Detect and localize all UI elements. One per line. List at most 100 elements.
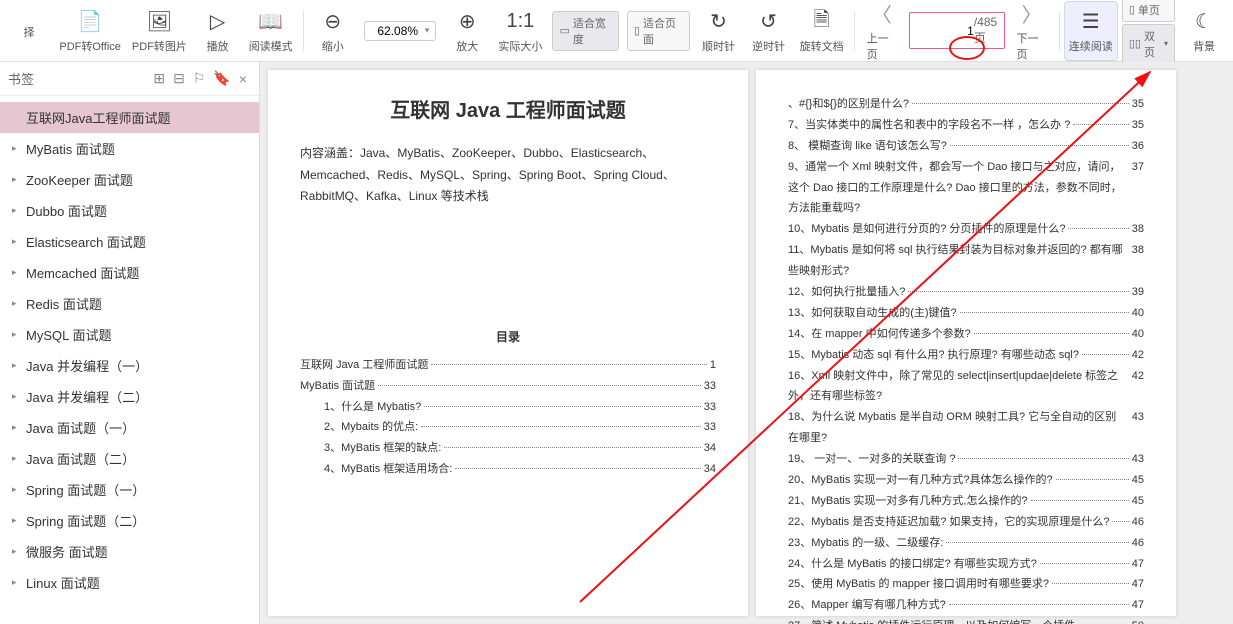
toc-entry[interactable]: 、#{}和${}的区别是什么?35 bbox=[788, 94, 1144, 115]
toc-entry[interactable]: 11、Mybatis 是如何将 sql 执行结果封装为目标对象并返回的? 都有哪… bbox=[788, 240, 1144, 282]
fit-page-button[interactable]: ▯ 适合页面 bbox=[627, 11, 690, 51]
rotate-ccw-button[interactable]: ↺ 逆时针 bbox=[744, 1, 794, 61]
toc-entry[interactable]: 26、Mapper 编写有哪几种方式?47 bbox=[788, 595, 1144, 616]
expand-triangle-icon[interactable]: ▸ bbox=[12, 205, 22, 216]
toc-page: 43 bbox=[1132, 407, 1144, 449]
pdf-office-icon: 📄 bbox=[78, 8, 103, 36]
rotate-doc-icon: 🗎 bbox=[814, 8, 830, 36]
bookmark-item[interactable]: ▸MySQL 面试题 bbox=[0, 319, 259, 350]
select-button[interactable]: 择 bbox=[4, 1, 54, 61]
page-input[interactable] bbox=[914, 24, 974, 38]
zoom-out-button[interactable]: ⊖ 缩小 bbox=[308, 1, 358, 61]
bookmark-item[interactable]: ▸Spring 面试题（二） bbox=[0, 505, 259, 536]
pdf-to-office-button[interactable]: 📄 PDF转Office bbox=[54, 1, 126, 61]
toc-entry[interactable]: 14、在 mapper 中如何传递多个参数?40 bbox=[788, 324, 1144, 345]
expand-triangle-icon[interactable]: ▸ bbox=[12, 577, 22, 588]
toc-entry[interactable]: 7、当实体类中的属性名和表中的字段名不一样 ，怎么办 ?35 bbox=[788, 115, 1144, 136]
toc-entry[interactable]: 20、MyBatis 实现一对一有几种方式?具体怎么操作的?45 bbox=[788, 470, 1144, 491]
toc-entry[interactable]: 互联网 Java 工程师面试题1 bbox=[300, 355, 716, 376]
bookmark-item[interactable]: ▸Elasticsearch 面试题 bbox=[0, 226, 259, 257]
background-button[interactable]: ☾ 背景 bbox=[1179, 1, 1229, 61]
expand-triangle-icon[interactable]: ▸ bbox=[12, 360, 22, 371]
chevron-down-icon[interactable]: ▾ bbox=[425, 25, 430, 36]
toc-page: 33 bbox=[704, 417, 716, 438]
page-input-box[interactable]: /485页 bbox=[909, 12, 1005, 49]
toc-entry[interactable]: 24、什么是 MyBatis 的接口绑定? 有哪些实现方式?47 bbox=[788, 554, 1144, 575]
expand-triangle-icon[interactable]: ▸ bbox=[12, 298, 22, 309]
bookmark-item[interactable]: ▸Java 并发编程（一） bbox=[0, 350, 259, 381]
toc-entry[interactable]: 8、 模糊查询 like 语句该怎么写?36 bbox=[788, 136, 1144, 157]
bookmark-item[interactable]: ▸Memcached 面试题 bbox=[0, 257, 259, 288]
add-bookmark-icon[interactable]: ⚐ bbox=[193, 70, 206, 87]
single-page-button[interactable]: ▯ 单页 bbox=[1122, 0, 1175, 22]
expand-triangle-icon[interactable]: ▸ bbox=[12, 174, 22, 185]
fit-width-button[interactable]: ▭ 适合宽度 bbox=[552, 11, 619, 51]
expand-triangle-icon[interactable]: ▸ bbox=[12, 546, 22, 557]
bookmark-item[interactable]: ▸ZooKeeper 面试题 bbox=[0, 164, 259, 195]
bookmark-icon[interactable]: 🔖 bbox=[213, 70, 230, 87]
rotate-doc-button[interactable]: 🗎 旋转文档 bbox=[794, 1, 850, 61]
zoom-input[interactable] bbox=[371, 24, 425, 38]
close-icon[interactable]: × bbox=[239, 71, 247, 87]
expand-triangle-icon[interactable]: ▸ bbox=[12, 422, 22, 433]
bookmark-item[interactable]: 互联网Java工程师面试题 bbox=[0, 102, 259, 133]
expand-triangle-icon[interactable]: ▸ bbox=[12, 515, 22, 526]
toc-entry[interactable]: 27、简述 Mybatis 的插件运行原理，以及如何编写一个插件。50 bbox=[788, 616, 1144, 624]
expand-triangle-icon[interactable]: ▸ bbox=[12, 143, 22, 154]
expand-triangle-icon[interactable]: ▸ bbox=[12, 391, 22, 402]
toc-text: 16、Xml 映射文件中，除了常见的 select|insert|updae|d… bbox=[788, 366, 1126, 408]
continuous-read-button[interactable]: ☰ 连续阅读 bbox=[1064, 1, 1118, 61]
toc-page: 40 bbox=[1132, 303, 1144, 324]
bookmark-item[interactable]: ▸Java 面试题（一） bbox=[0, 412, 259, 443]
bookmark-item[interactable]: ▸微服务 面试题 bbox=[0, 536, 259, 567]
toc-entry[interactable]: 22、Mybatis 是否支持延迟加载? 如果支持，它的实现原理是什么?46 bbox=[788, 512, 1144, 533]
toc-text: 13、如何获取自动生成的(主)键值? bbox=[788, 303, 957, 324]
toc-entry[interactable]: 9、通常一个 Xml 映射文件，都会写一个 Dao 接口与之对应，请问，这个 D… bbox=[788, 157, 1144, 220]
toc-page: 34 bbox=[704, 459, 716, 480]
toc-entry[interactable]: 10、Mybatis 是如何进行分页的? 分页插件的原理是什么?38 bbox=[788, 219, 1144, 240]
play-button[interactable]: ▷ 播放 bbox=[193, 1, 243, 61]
toc-page: 39 bbox=[1132, 282, 1144, 303]
expand-triangle-icon[interactable]: ▸ bbox=[12, 236, 22, 247]
toc-entry[interactable]: MyBatis 面试题33 bbox=[300, 376, 716, 397]
read-mode-button[interactable]: 📖 阅读模式 bbox=[243, 1, 299, 61]
bookmark-item[interactable]: ▸MyBatis 面试题 bbox=[0, 133, 259, 164]
bookmark-item[interactable]: ▸Dubbo 面试题 bbox=[0, 195, 259, 226]
toc-entry[interactable]: 3、MyBatis 框架的缺点:34 bbox=[300, 438, 716, 459]
toc-text: 9、通常一个 Xml 映射文件，都会写一个 Dao 接口与之对应，请问，这个 D… bbox=[788, 157, 1126, 220]
toc-entry[interactable]: 19、 一对一、一对多的关联查询 ?43 bbox=[788, 449, 1144, 470]
toc-entry[interactable]: 16、Xml 映射文件中，除了常见的 select|insert|updae|d… bbox=[788, 366, 1144, 408]
toc-entry[interactable]: 15、Mybatis 动态 sql 有什么用? 执行原理? 有哪些动态 sql?… bbox=[788, 345, 1144, 366]
next-page-button[interactable]: 〉 下一页 bbox=[1009, 1, 1055, 61]
expand-all-icon[interactable]: ⊞ bbox=[153, 70, 165, 87]
toc-entry[interactable]: 1、什么是 Mybatis?33 bbox=[300, 397, 716, 418]
expand-triangle-icon[interactable]: ▸ bbox=[12, 329, 22, 340]
bookmark-item[interactable]: ▸Linux 面试题 bbox=[0, 567, 259, 598]
toc-entry[interactable]: 21、MyBatis 实现一对多有几种方式,怎么操作的?45 bbox=[788, 491, 1144, 512]
toc-entry[interactable]: 12、如何执行批量插入?39 bbox=[788, 282, 1144, 303]
bookmark-item[interactable]: ▸Java 面试题（二） bbox=[0, 443, 259, 474]
double-page-button[interactable]: ▯▯ 双页 ▾ bbox=[1122, 24, 1175, 64]
toc-text: 3、MyBatis 框架的缺点: bbox=[324, 438, 441, 459]
collapse-all-icon[interactable]: ⊟ bbox=[173, 70, 185, 87]
toc-entry[interactable]: 23、Mybatis 的一级、二级缓存:46 bbox=[788, 533, 1144, 554]
rotate-cw-button[interactable]: ↻ 顺时针 bbox=[694, 1, 744, 61]
toc-entry[interactable]: 18、为什么说 Mybatis 是半自动 ORM 映射工具? 它与全自动的区别在… bbox=[788, 407, 1144, 449]
zoom-input-box[interactable]: ▾ bbox=[364, 21, 437, 41]
bookmark-item[interactable]: ▸Spring 面试题（一） bbox=[0, 474, 259, 505]
document-area[interactable]: 互联网 Java 工程师面试题 内容涵盖：Java、MyBatis、ZooKee… bbox=[260, 62, 1233, 624]
pdf-to-image-button[interactable]: 🖼 PDF转图片 bbox=[126, 1, 192, 61]
toc-entry[interactable]: 2、Mybaits 的优点:33 bbox=[300, 417, 716, 438]
toc-entry[interactable]: 4、MyBatis 框架适用场合:34 bbox=[300, 459, 716, 480]
toc-entry[interactable]: 25、使用 MyBatis 的 mapper 接口调用时有哪些要求?47 bbox=[788, 574, 1144, 595]
bookmark-item[interactable]: ▸Redis 面试题 bbox=[0, 288, 259, 319]
actual-size-button[interactable]: 1:1 实际大小 bbox=[492, 1, 548, 61]
expand-triangle-icon[interactable]: ▸ bbox=[12, 453, 22, 464]
toc-entry[interactable]: 13、如何获取自动生成的(主)键值? 40 bbox=[788, 303, 1144, 324]
expand-triangle-icon[interactable]: ▸ bbox=[12, 484, 22, 495]
bookmark-item[interactable]: ▸Java 并发编程（二） bbox=[0, 381, 259, 412]
prev-page-button[interactable]: 〈 上一页 bbox=[859, 1, 905, 61]
expand-triangle-icon[interactable]: ▸ bbox=[12, 267, 22, 278]
toc-text: 25、使用 MyBatis 的 mapper 接口调用时有哪些要求? bbox=[788, 574, 1049, 595]
zoom-in-button[interactable]: ⊕ 放大 bbox=[442, 1, 492, 61]
